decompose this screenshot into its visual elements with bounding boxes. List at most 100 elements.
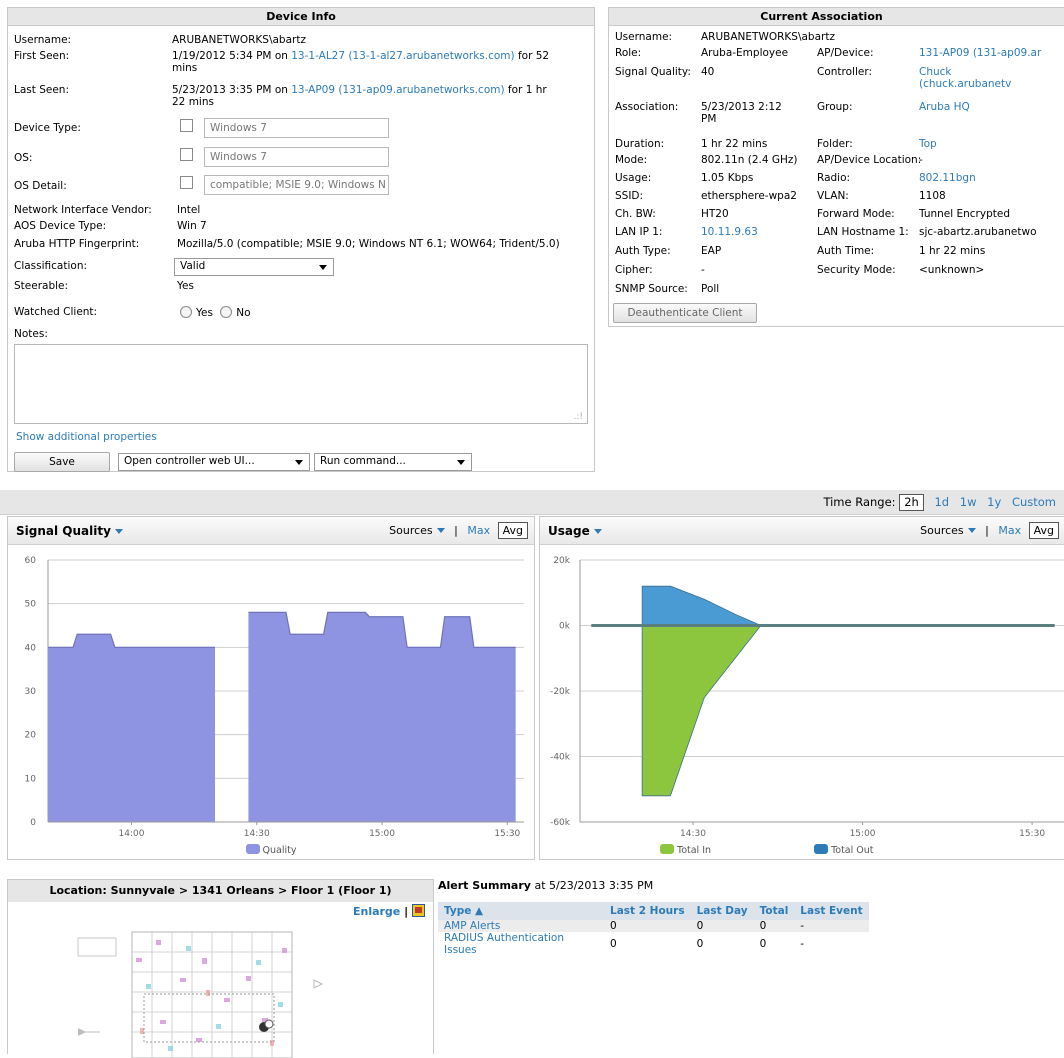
assoc-field-link[interactable]: (chuck.arubanetv xyxy=(919,78,1011,90)
time-range-custom[interactable]: Custom xyxy=(1012,495,1056,509)
os-field[interactable]: Windows 7 xyxy=(204,147,389,167)
open-controller-select[interactable]: Open controller web UI... xyxy=(118,453,310,471)
time-range-1w[interactable]: 1w xyxy=(960,495,977,509)
vendor-label: Network Interface Vendor: xyxy=(14,204,152,216)
assoc-field-value: 5/23/2013 2:12 xyxy=(701,101,782,113)
os-label: OS: xyxy=(14,152,33,164)
time-range-1y[interactable]: 1y xyxy=(987,495,1001,509)
alert-type-link[interactable]: RADIUS Authentication Issues xyxy=(444,932,564,956)
y-tick-label: 20k xyxy=(553,556,570,566)
column-header-type[interactable]: Type ▲ xyxy=(438,902,604,920)
assoc-field-link[interactable]: Aruba HQ xyxy=(919,101,970,113)
assoc-field-label: LAN IP 1: xyxy=(615,226,663,238)
last-seen-date: 5/23/2013 3:35 PM on xyxy=(172,84,292,96)
series-area-total-in xyxy=(641,625,762,797)
run-command-select[interactable]: Run command... xyxy=(314,453,472,471)
column-header-total[interactable]: Total xyxy=(753,902,795,920)
usage-title[interactable]: Usage xyxy=(548,524,590,538)
first-seen-duration-cont: mins xyxy=(172,62,198,74)
time-range-controls: Time Range: 2h 1d 1w 1y Custom xyxy=(823,494,1056,511)
alert-type-link[interactable]: AMP Alerts xyxy=(444,920,500,932)
signal-quality-controls: Sources | Max Avg xyxy=(389,517,528,545)
assoc-field-link[interactable]: 131-AP09 (131-ap09.ar xyxy=(919,47,1041,59)
legend-swatch-total-out[interactable] xyxy=(814,844,829,854)
signal-quality-header: Signal Quality Sources | Max Avg xyxy=(8,517,534,545)
signal-quality-title[interactable]: Signal Quality xyxy=(16,524,111,538)
enlarge-link[interactable]: Enlarge xyxy=(353,905,400,918)
table-cell: - xyxy=(794,920,869,932)
alert-summary-timestamp: at 5/23/2013 3:35 PM xyxy=(530,879,654,892)
classification-select[interactable]: Valid xyxy=(174,258,334,276)
assoc-field-value: sjc-abartz.arubanetwo xyxy=(919,226,1037,238)
chevron-down-icon[interactable] xyxy=(593,529,602,534)
column-header-last-day[interactable]: Last Day xyxy=(690,902,754,920)
os-detail-field[interactable]: compatible; MSIE 9.0; Windows N xyxy=(204,175,389,195)
usage-sources-dropdown[interactable]: Sources xyxy=(920,524,976,537)
assoc-field-link[interactable]: 802.11bgn xyxy=(919,172,976,184)
signal-avg-toggle[interactable]: Avg xyxy=(497,522,528,539)
fingerprint-value: Mozilla/5.0 (compatible; MSIE 9.0; Windo… xyxy=(177,238,560,250)
y-tick-label: 20 xyxy=(25,731,37,741)
watched-no-radio[interactable] xyxy=(220,306,233,318)
device-type-checkbox[interactable] xyxy=(180,119,193,132)
alert-summary: Alert Summary at 5/23/2013 3:35 PM Type … xyxy=(438,879,888,956)
resize-grip-icon[interactable]: .:! xyxy=(573,412,583,422)
signal-max-toggle[interactable]: Max xyxy=(467,524,490,537)
legend-total-in-label[interactable]: Total In xyxy=(677,845,711,856)
signal-sources-dropdown[interactable]: Sources xyxy=(389,524,445,537)
legend-swatch-total-in[interactable] xyxy=(660,844,674,854)
watched-no-label: No xyxy=(236,307,251,319)
assoc-field-value: 802.11n (2.4 GHz) xyxy=(701,154,798,166)
usage-max-toggle[interactable]: Max xyxy=(998,524,1021,537)
time-range-2h[interactable]: 2h xyxy=(899,494,924,511)
notes-label: Notes: xyxy=(14,328,48,340)
legend-quality-label[interactable]: Quality xyxy=(263,845,297,856)
notes-textarea[interactable]: .:! xyxy=(14,344,588,424)
save-button[interactable]: Save xyxy=(14,452,110,472)
legend-swatch-quality[interactable] xyxy=(245,844,260,854)
os-detail-label: OS Detail: xyxy=(14,180,67,192)
first-seen-ap-link[interactable]: 13-1-AL27 (13-1-al27.arubanetworks.com) xyxy=(291,50,514,62)
username-value: ARUBANETWORKS\abartz xyxy=(172,34,306,46)
assoc-field-value: - xyxy=(919,154,923,166)
legend-total-out-label[interactable]: Total Out xyxy=(831,845,873,856)
series-area-quality xyxy=(248,612,516,822)
last-seen-ap-link[interactable]: 13-AP09 (131-ap09.arubanetworks.com) xyxy=(291,84,504,96)
x-tick-label: 15:00 xyxy=(850,829,876,839)
device-type-label: Device Type: xyxy=(14,122,81,134)
signal-quality-chart: 0 10 20 30 40 50 60 14:00 14:30 15:00 15:30 xyxy=(25,556,524,839)
deauthenticate-client-button[interactable]: Deauthenticate Client xyxy=(613,303,757,323)
assoc-field-value: - xyxy=(701,264,705,276)
usage-avg-toggle[interactable]: Avg xyxy=(1028,522,1059,539)
classification-label: Classification: xyxy=(14,260,88,272)
floorplan-popout-icon[interactable] xyxy=(412,904,425,917)
assoc-field-label: Role: xyxy=(615,47,642,59)
assoc-field-label: LAN Hostname 1: xyxy=(817,226,909,238)
watched-yes-radio[interactable] xyxy=(180,306,192,318)
signal-quality-chart-panel: Signal Quality Sources | Max Avg 0 10 20 30… xyxy=(7,516,535,860)
y-tick-label: 60 xyxy=(25,556,37,566)
alert-table-header: Type ▲ Last 2 Hours Last Day Total Last … xyxy=(438,902,869,920)
chevron-down-icon[interactable] xyxy=(114,529,123,534)
column-header-last-2-hours[interactable]: Last 2 Hours xyxy=(604,902,691,920)
device-type-field[interactable]: Windows 7 xyxy=(204,118,389,138)
assoc-field-label: VLAN: xyxy=(817,190,849,202)
assoc-field-link[interactable]: Chuck xyxy=(919,66,952,78)
assoc-field-label: Cipher: xyxy=(615,264,653,276)
aos-device-type-value: Win 7 xyxy=(177,220,207,232)
signal-quality-legend: Quality xyxy=(8,844,534,856)
os-checkbox[interactable] xyxy=(180,148,193,161)
column-header-last-event[interactable]: Last Event xyxy=(794,902,869,920)
y-tick-label: 10 xyxy=(25,774,37,784)
classification-value: Valid xyxy=(180,260,206,272)
assoc-field-link[interactable]: Top xyxy=(919,138,937,150)
location-panel: Location: Sunnyvale > 1341 Orleans > Flo… xyxy=(7,879,434,1058)
show-additional-properties-link[interactable]: Show additional properties xyxy=(16,431,157,443)
time-range-1d[interactable]: 1d xyxy=(934,495,949,509)
x-tick-label: 14:00 xyxy=(119,829,145,839)
assoc-field-label: SSID: xyxy=(615,190,644,202)
assoc-field-label: Controller: xyxy=(817,66,873,78)
floor-plan-image[interactable] xyxy=(56,928,346,1058)
os-detail-checkbox[interactable] xyxy=(180,176,193,189)
assoc-field-link[interactable]: 10.11.9.63 xyxy=(701,226,758,238)
